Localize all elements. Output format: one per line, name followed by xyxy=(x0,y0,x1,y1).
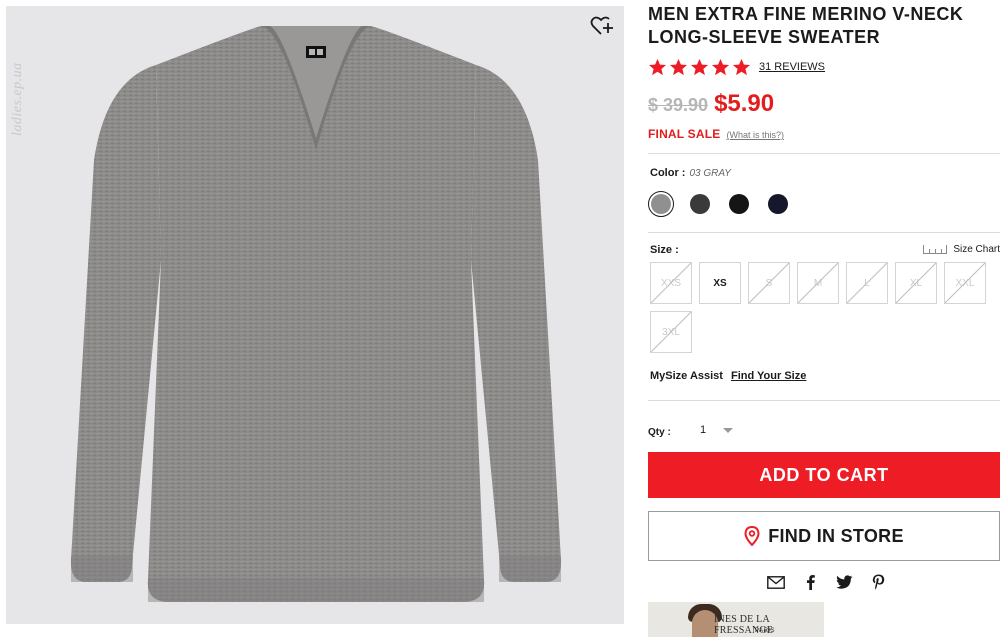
color-swatches xyxy=(648,191,791,217)
promo-subtitle: PARIS xyxy=(755,628,776,634)
wishlist-heart-icon[interactable] xyxy=(589,13,615,39)
price: $ 39.90 $5.90 xyxy=(648,90,775,117)
find-in-store-label: FIND IN STORE xyxy=(768,525,904,546)
what-is-this-link[interactable]: (What is this?) xyxy=(726,130,784,140)
pinterest-icon[interactable] xyxy=(868,573,888,591)
size-label: Size : xyxy=(650,244,679,256)
color-label: Color : xyxy=(650,167,686,179)
reviews-link[interactable]: 31 REVIEWS xyxy=(759,61,825,73)
facebook-icon[interactable] xyxy=(800,573,820,591)
size-option-m[interactable]: M xyxy=(797,262,839,304)
star-icon xyxy=(648,58,667,75)
size-option-xl[interactable]: XL xyxy=(895,262,937,304)
color-value: 03 GRAY xyxy=(689,168,731,179)
find-in-store-button[interactable]: FIND IN STORE xyxy=(648,511,1000,561)
qty-value: 1 xyxy=(700,424,707,436)
divider xyxy=(648,400,1000,401)
star-icon xyxy=(669,58,688,75)
star-icon xyxy=(711,58,730,75)
watermark: ladies.ep.ua xyxy=(10,62,25,136)
size-options: XXS XS S M L XL XXL 3XL xyxy=(650,262,1000,353)
product-title: MEN EXTRA FINE MERINO V-NECK LONG-SLEEVE… xyxy=(648,4,964,47)
divider xyxy=(648,232,1000,233)
size-option-xxs[interactable]: XXS xyxy=(650,262,692,304)
star-icon xyxy=(690,58,709,75)
color-swatch-navy[interactable] xyxy=(765,191,791,217)
size-option-3xl[interactable]: 3XL xyxy=(650,311,692,353)
chevron-down-icon xyxy=(723,427,734,433)
star-rating xyxy=(648,58,751,77)
color-swatch-black[interactable] xyxy=(726,191,752,217)
add-to-cart-button[interactable]: ADD TO CART xyxy=(648,452,1000,498)
twitter-icon[interactable] xyxy=(834,573,854,591)
email-icon[interactable] xyxy=(766,573,786,591)
color-swatch-dark-gray[interactable] xyxy=(687,191,713,217)
qty-select[interactable]: 1 xyxy=(695,419,743,441)
color-swatch-gray[interactable] xyxy=(648,191,674,217)
find-your-size-link[interactable]: Find Your Size xyxy=(731,370,806,382)
color-selector-label: Color : 03 GRAY xyxy=(650,167,731,179)
divider xyxy=(648,153,1000,154)
size-option-l[interactable]: L xyxy=(846,262,888,304)
sale-price: $5.90 xyxy=(714,90,775,117)
size-chart-link[interactable]: Size Chart xyxy=(923,244,1000,255)
ruler-icon xyxy=(923,245,948,254)
share-buttons xyxy=(766,573,888,591)
size-option-xs[interactable]: XS xyxy=(699,262,741,304)
product-image: ladies.ep.ua xyxy=(6,6,624,624)
size-chart-label: Size Chart xyxy=(953,244,1000,255)
mysize-assist: MySize Assist Find Your Size xyxy=(650,370,806,382)
star-icon xyxy=(732,58,751,75)
mysize-label: MySize Assist xyxy=(650,370,723,382)
size-option-s[interactable]: S xyxy=(748,262,790,304)
promo-banner[interactable]: INES DE LA FRESSANGE PARIS xyxy=(648,602,824,637)
product-details: MEN EXTRA FINE MERINO V-NECK LONG-SLEEVE… xyxy=(648,0,1000,637)
size-option-xxl[interactable]: XXL xyxy=(944,262,986,304)
location-pin-icon xyxy=(744,526,760,546)
qty-label: Qty : xyxy=(648,427,671,438)
original-price: $ 39.90 xyxy=(648,95,709,115)
sweater-image xyxy=(70,26,562,602)
rating: 31 REVIEWS xyxy=(648,57,825,77)
final-sale: FINAL SALE (What is this?) xyxy=(648,127,784,141)
final-sale-label: FINAL SALE xyxy=(648,127,721,141)
